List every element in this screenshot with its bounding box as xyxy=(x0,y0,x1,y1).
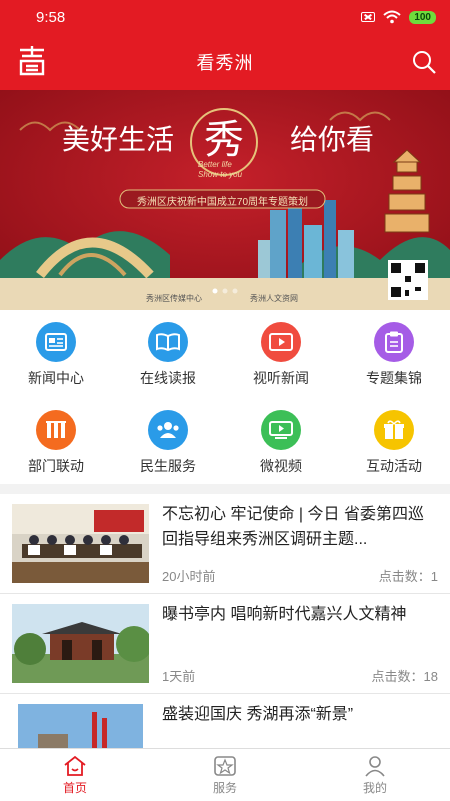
news-thumbnail xyxy=(12,604,149,683)
people-icon xyxy=(148,410,188,450)
page-title: 看秀洲 xyxy=(196,53,254,73)
battery-indicator: 100 xyxy=(409,10,436,24)
banner-headline-left: 美好生活 xyxy=(62,123,175,156)
tab-mine[interactable]: 我的 xyxy=(300,749,450,801)
tab-service[interactable]: 服务 xyxy=(150,749,300,801)
wifi-icon xyxy=(383,10,401,24)
news-views: 点击数：18 xyxy=(371,669,438,684)
newspaper-icon xyxy=(36,322,76,362)
star-badge-icon xyxy=(214,755,236,776)
columns-icon xyxy=(36,410,76,450)
home-icon xyxy=(64,755,86,776)
banner-headline-right: 给你看 xyxy=(290,123,375,156)
grid-item-department[interactable]: 部门联动 xyxy=(0,402,112,482)
banner-footer-left: 秀洲区传媒中心 xyxy=(146,294,202,303)
tab-label: 首页 xyxy=(62,780,87,795)
app-logo-icon xyxy=(19,46,45,76)
no-sim-icon xyxy=(361,12,376,22)
grid-item-av-news[interactable]: 视听新闻 xyxy=(225,314,337,394)
list-item[interactable]: 不忘初心 牢记使命 | 今日 省委第四巡回指导组来秀洲区调研主题... 20小时… xyxy=(0,494,450,594)
banner-ribbon-text: 秀洲区庆祝新中国成立70周年专题策划 xyxy=(136,197,309,208)
search-icon[interactable] xyxy=(410,48,438,76)
grid-item-topics[interactable]: 专题集锦 xyxy=(338,314,450,394)
grid-label: 在线读报 xyxy=(140,370,196,386)
user-icon xyxy=(365,755,385,777)
bottom-tab-bar: 首页 服务 我的 xyxy=(0,748,450,801)
news-thumbnail xyxy=(12,504,149,583)
grid-item-online-paper[interactable]: 在线读报 xyxy=(112,314,224,394)
grid-item-livelihood[interactable]: 民生服务 xyxy=(112,402,224,482)
status-icons: 100 xyxy=(361,10,436,24)
news-title: 盛装迎国庆 秀湖再添“新景” xyxy=(162,706,354,723)
feature-grid: 新闻中心 在线读报 视听新闻 专题集锦 部门联动 民生服务 微视频 互动活动 xyxy=(0,310,450,484)
status-bar: 9:58 100 xyxy=(0,0,450,34)
gift-icon xyxy=(374,410,414,450)
tab-home[interactable]: 首页 xyxy=(0,749,150,801)
clipboard-icon xyxy=(374,322,414,362)
banner-subtitle-2: Show to you xyxy=(198,170,243,179)
grid-label: 部门联动 xyxy=(28,458,84,474)
banner-subtitle-1: Better life xyxy=(198,160,232,169)
list-item[interactable]: 曝书亭内 唱响新时代嘉兴人文精神 1天前 点击数：18 xyxy=(0,594,450,694)
news-views: 点击数：1 xyxy=(378,569,438,584)
video-screen-icon xyxy=(261,410,301,450)
book-icon xyxy=(148,322,188,362)
status-time: 9:58 xyxy=(36,8,66,26)
grid-item-news-center[interactable]: 新闻中心 xyxy=(0,314,112,394)
grid-label: 专题集锦 xyxy=(366,370,422,386)
banner-footer-right: 秀洲人文资网 xyxy=(250,294,298,303)
news-title: 曝书亭内 唱响新时代嘉兴人文精神 xyxy=(162,606,407,623)
news-time: 20小时前 xyxy=(162,569,216,584)
video-film-icon xyxy=(261,322,301,362)
news-title: 不忘初心 牢记使命 | 今日 省委第四巡回指导组来秀洲区调研主题... xyxy=(162,506,424,548)
banner-carousel[interactable]: 美好生活 秀 给你看 Better life Show to you 秀洲区庆祝… xyxy=(0,90,450,310)
grid-item-micro-video[interactable]: 微视频 xyxy=(225,402,337,482)
grid-label: 互动活动 xyxy=(366,458,422,474)
news-time: 1天前 xyxy=(162,669,196,684)
grid-item-interactive[interactable]: 互动活动 xyxy=(338,402,450,482)
app-header: 看秀洲 xyxy=(0,34,450,90)
grid-label: 民生服务 xyxy=(140,458,196,474)
grid-label: 新闻中心 xyxy=(28,370,84,386)
tab-label: 服务 xyxy=(212,780,237,795)
tab-label: 我的 xyxy=(362,780,387,795)
grid-label: 视听新闻 xyxy=(253,370,309,386)
grid-label: 微视频 xyxy=(260,458,302,474)
